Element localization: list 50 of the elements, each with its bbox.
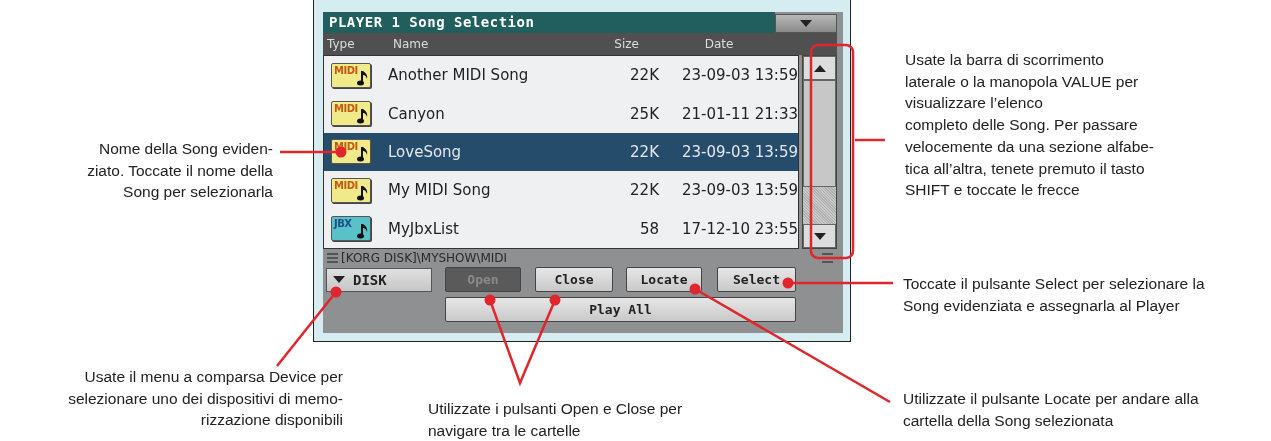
arrow-up-icon [813, 64, 826, 72]
caret-icon [800, 20, 812, 27]
annotation-text: Usate il menu a comparsa Device per selezionare uno dei dispositivi di memo- rizzazione disponibili [68, 367, 343, 431]
arrow-down-icon [813, 232, 826, 240]
annotation-text: Utilizzate i pulsanti Open e Close per navigare tra le cartelle [428, 399, 683, 441]
annotation-text: Nome della Song eviden- ziato. Toccate il nome della Song per selezionarla [87, 139, 273, 203]
file-date: 23-09-03 13:59 [680, 181, 798, 200]
action-button[interactable]: Close [535, 267, 613, 292]
scroll-thumb[interactable] [803, 80, 836, 187]
menu-button[interactable] [775, 14, 837, 33]
device-dropdown[interactable]: DISK [326, 267, 432, 292]
file-size: 22K [629, 181, 660, 200]
scroll-up-button[interactable] [803, 56, 836, 80]
song-row[interactable]: MIDI My MIDI Song 22K 23-09-03 13:59 [324, 171, 798, 210]
action-button[interactable]: Select [717, 267, 796, 292]
song-row[interactable]: MIDI Canyon 25K 21-01-11 21:33 [324, 94, 798, 133]
song-name: MyJbxList [388, 219, 460, 238]
play-all-button[interactable]: Play All [445, 297, 796, 322]
file-size: 25K [629, 104, 660, 123]
song-name: Another MIDI Song [388, 66, 530, 85]
file-date: 23-09-03 13:59 [680, 142, 798, 161]
folder-path: [KORG DISK]\MYSHOW\MIDI [341, 250, 508, 265]
scroll-down-button[interactable] [803, 224, 836, 248]
annotation-text: Toccate il pulsante Select per selezionare la Song evidenziata e assegnarla al Player [903, 274, 1205, 316]
column-header: Type [326, 37, 356, 51]
song-row[interactable]: JBX MyJbxList 58 17-12-10 23:55 [324, 209, 798, 248]
scroll-bar[interactable] [802, 55, 837, 249]
column-header: Date [703, 37, 735, 51]
column-header: Name [392, 37, 430, 51]
file-date: 17-12-10 23:55 [680, 219, 798, 238]
song-name: LoveSong [388, 142, 463, 161]
window-title: PLAYER 1 Song Selection [323, 12, 775, 33]
annotation-text: Usate la barra di scorrimento laterale o la manopola VALUE per visualizzare l’elenco completo delle Song. Per passare velocemente da una sezione alfabe- tica all’altra, tenete premuto il tasto SHIFT e toccate le frecce [905, 50, 1155, 201]
file-date: 21-01-11 21:33 [680, 104, 798, 123]
file-date: 23-09-03 13:59 [680, 66, 798, 85]
column-header: Size [613, 37, 639, 51]
song-name: Canyon [388, 104, 446, 123]
file-icon: MIDI [331, 62, 371, 88]
file-size: 22K [629, 142, 660, 161]
action-button[interactable]: Locate [626, 267, 702, 292]
file-icon: MIDI [331, 177, 371, 203]
file-icon: MIDI [331, 101, 371, 127]
caret-icon [333, 276, 345, 283]
file-size: 58 [638, 219, 660, 238]
annotation-text: Utilizzate il pulsante Locate per andare alla cartella della Song selezionata [903, 389, 1199, 431]
file-size: 22K [629, 66, 660, 85]
song-row[interactable]: MIDI Another MIDI Song 22K 23-09-03 13:59 [324, 56, 798, 95]
leader-line [855, 138, 885, 142]
file-icon: JBX [331, 216, 371, 242]
song-name: My MIDI Song [388, 181, 492, 200]
